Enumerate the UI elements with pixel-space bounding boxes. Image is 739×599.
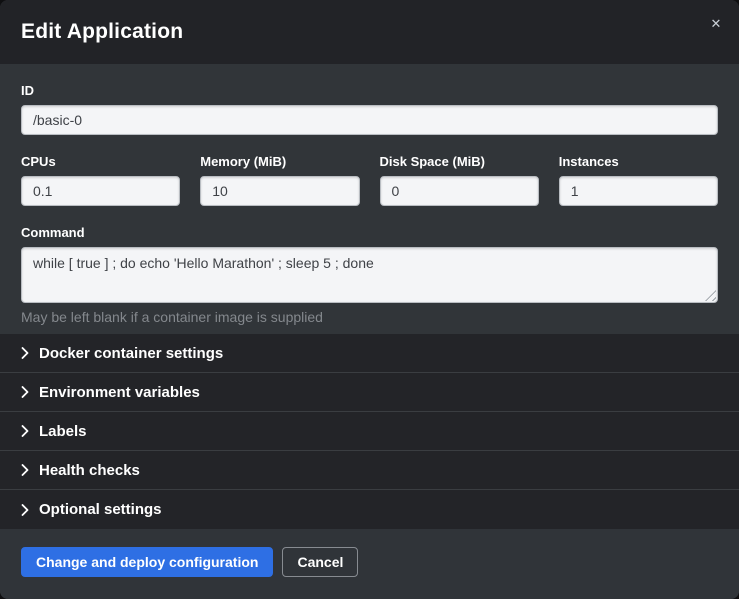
section-docker-container-settings[interactable]: Docker container settings: [0, 334, 739, 373]
chevron-right-icon: [21, 464, 29, 476]
disk-field-group: Disk Space (MiB): [380, 154, 539, 206]
section-optional-settings[interactable]: Optional settings: [0, 490, 739, 529]
modal-body: ID CPUs Memory (MiB) Disk Space (MiB) In…: [0, 64, 739, 334]
chevron-right-icon: [21, 347, 29, 359]
collapsible-sections: Docker container settings Environment va…: [0, 334, 739, 529]
chevron-right-icon: [21, 425, 29, 437]
section-health-checks[interactable]: Health checks: [0, 451, 739, 490]
chevron-right-icon: [21, 386, 29, 398]
instances-input[interactable]: [559, 176, 718, 206]
cpus-input[interactable]: [21, 176, 180, 206]
instances-label: Instances: [559, 154, 718, 169]
section-environment-variables[interactable]: Environment variables: [0, 373, 739, 412]
id-input[interactable]: [21, 105, 718, 135]
disk-input[interactable]: [380, 176, 539, 206]
edit-application-modal: Edit Application ✕ ID CPUs Memory (MiB) …: [0, 0, 739, 599]
chevron-right-icon: [21, 504, 29, 516]
cpus-field-group: CPUs: [21, 154, 180, 206]
change-and-deploy-button[interactable]: Change and deploy configuration: [21, 547, 273, 577]
memory-input[interactable]: [200, 176, 359, 206]
command-textarea[interactable]: while [ true ] ; do echo 'Hello Marathon…: [21, 247, 718, 303]
command-label: Command: [21, 225, 718, 240]
modal-title: Edit Application: [21, 20, 183, 44]
section-label: Optional settings: [39, 501, 162, 518]
modal-footer: Change and deploy configuration Cancel: [0, 529, 739, 599]
cpus-label: CPUs: [21, 154, 180, 169]
memory-field-group: Memory (MiB): [200, 154, 359, 206]
cancel-button[interactable]: Cancel: [282, 547, 358, 577]
close-button[interactable]: ✕: [705, 12, 727, 34]
id-field-group: ID: [21, 83, 718, 135]
modal-header: Edit Application ✕: [0, 0, 739, 64]
disk-label: Disk Space (MiB): [380, 154, 539, 169]
command-field-group: Command while [ true ] ; do echo 'Hello …: [21, 225, 718, 325]
command-help-text: May be left blank if a container image i…: [21, 309, 718, 325]
section-label: Health checks: [39, 462, 140, 479]
memory-label: Memory (MiB): [200, 154, 359, 169]
section-labels[interactable]: Labels: [0, 412, 739, 451]
close-icon: ✕: [711, 17, 722, 30]
resources-row: CPUs Memory (MiB) Disk Space (MiB) Insta…: [21, 154, 718, 206]
section-label: Docker container settings: [39, 345, 223, 362]
instances-field-group: Instances: [559, 154, 718, 206]
section-label: Environment variables: [39, 384, 200, 401]
id-label: ID: [21, 83, 718, 98]
section-label: Labels: [39, 423, 87, 440]
